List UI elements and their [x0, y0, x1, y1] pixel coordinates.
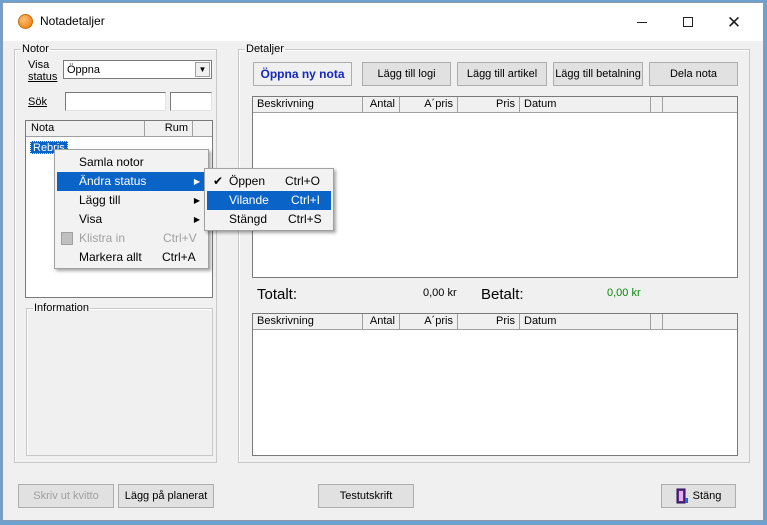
column-nota[interactable]: Nota [26, 121, 145, 137]
col-pris[interactable]: Pris [458, 97, 520, 113]
test-print-button[interactable]: Testutskrift [318, 484, 414, 508]
window-title: Notadetaljer [40, 14, 105, 28]
betalt-value: 0,00 kr [607, 287, 641, 299]
minimize-icon [637, 21, 647, 23]
close-icon: ✕ [726, 12, 742, 32]
close-button[interactable]: ✕ [711, 3, 757, 41]
dela-nota-button[interactable]: Dela nota [649, 62, 738, 86]
add-logi-button[interactable]: Lägg till logi [362, 62, 451, 86]
nota-list-header: Nota Rum [26, 121, 212, 137]
information-legend: Information [34, 302, 90, 314]
paste-icon [61, 232, 73, 245]
col-pris[interactable]: Pris [458, 314, 520, 330]
add-betalning-button[interactable]: Lägg till betalning [553, 62, 643, 86]
status-select-value: Öppna [67, 64, 101, 76]
chevron-right-icon: ▶ [193, 215, 200, 224]
visa-status-label: Visa status [28, 59, 58, 83]
column-rum[interactable]: Rum [145, 121, 193, 137]
totalt-value: 0,00 kr [423, 287, 457, 299]
totalt-label: Totalt: [257, 286, 298, 303]
menu-item-vilande[interactable]: Vilande Ctrl+I [207, 191, 331, 210]
chevron-right-icon: ▶ [193, 196, 200, 205]
col-beskrivning[interactable]: Beskrivning [253, 97, 363, 113]
col-datum[interactable]: Datum [520, 97, 651, 113]
checkmark-icon: ✔ [213, 174, 224, 188]
notor-legend: Notor [22, 43, 49, 55]
information-group: Information [26, 302, 213, 456]
add-planned-button[interactable]: Lägg på planerat [118, 484, 214, 508]
status-select[interactable]: Öppna ▼ [63, 60, 212, 79]
search-room-input[interactable] [170, 92, 212, 111]
menu-item-lagg-till[interactable]: Lägg till ▶ [57, 191, 206, 210]
context-menu: Samla notor Ändra status ▶ Lägg till ▶ V… [54, 149, 209, 269]
col-antal[interactable]: Antal [363, 314, 400, 330]
add-artikel-button[interactable]: Lägg till artikel [457, 62, 547, 86]
menu-item-andra-status[interactable]: Ändra status ▶ [57, 172, 206, 191]
title-bar: Notadetaljer ✕ [3, 3, 763, 41]
col-extra [651, 314, 663, 330]
col-apris[interactable]: A´pris [400, 314, 458, 330]
col-beskrivning[interactable]: Beskrivning [253, 314, 363, 330]
detaljer-legend: Detaljer [246, 43, 284, 55]
items-grid-header: Beskrivning Antal A´pris Pris Datum [253, 97, 737, 113]
menu-item-oppen[interactable]: ✔ Öppen Ctrl+O [207, 172, 331, 191]
menu-item-markera-allt[interactable]: Markera allt Ctrl+A [57, 248, 206, 267]
print-receipt-button[interactable]: Skriv ut kvitto [18, 484, 114, 508]
app-icon [18, 14, 33, 29]
close-dialog-label: Stäng [692, 490, 722, 502]
betalt-label: Betalt: [481, 286, 524, 303]
col-extra [651, 97, 663, 113]
chevron-down-icon[interactable]: ▼ [195, 62, 210, 77]
close-dialog-button[interactable]: Stäng [661, 484, 736, 508]
col-apris[interactable]: A´pris [400, 97, 458, 113]
search-input[interactable] [65, 92, 166, 111]
menu-item-klistra-in[interactable]: Klistra in Ctrl+V [57, 229, 206, 248]
chevron-right-icon: ▶ [193, 177, 200, 186]
payments-grid-header: Beskrivning Antal A´pris Pris Datum [253, 314, 737, 330]
col-datum[interactable]: Datum [520, 314, 651, 330]
minimize-button[interactable] [619, 3, 665, 41]
col-antal[interactable]: Antal [363, 97, 400, 113]
menu-item-stangd[interactable]: Stängd Ctrl+S [207, 210, 331, 229]
status-submenu: ✔ Öppen Ctrl+O Vilande Ctrl+I Stängd Ctr… [204, 168, 334, 231]
menu-item-visa[interactable]: Visa ▶ [57, 210, 206, 229]
exit-door-icon [676, 488, 688, 504]
sok-label: Sök [28, 96, 47, 108]
open-new-nota-button[interactable]: Öppna ny nota [253, 62, 352, 86]
maximize-icon [683, 17, 693, 27]
maximize-button[interactable] [665, 3, 711, 41]
menu-item-samla-notor[interactable]: Samla notor [57, 153, 206, 172]
payments-grid[interactable]: Beskrivning Antal A´pris Pris Datum [252, 313, 738, 456]
